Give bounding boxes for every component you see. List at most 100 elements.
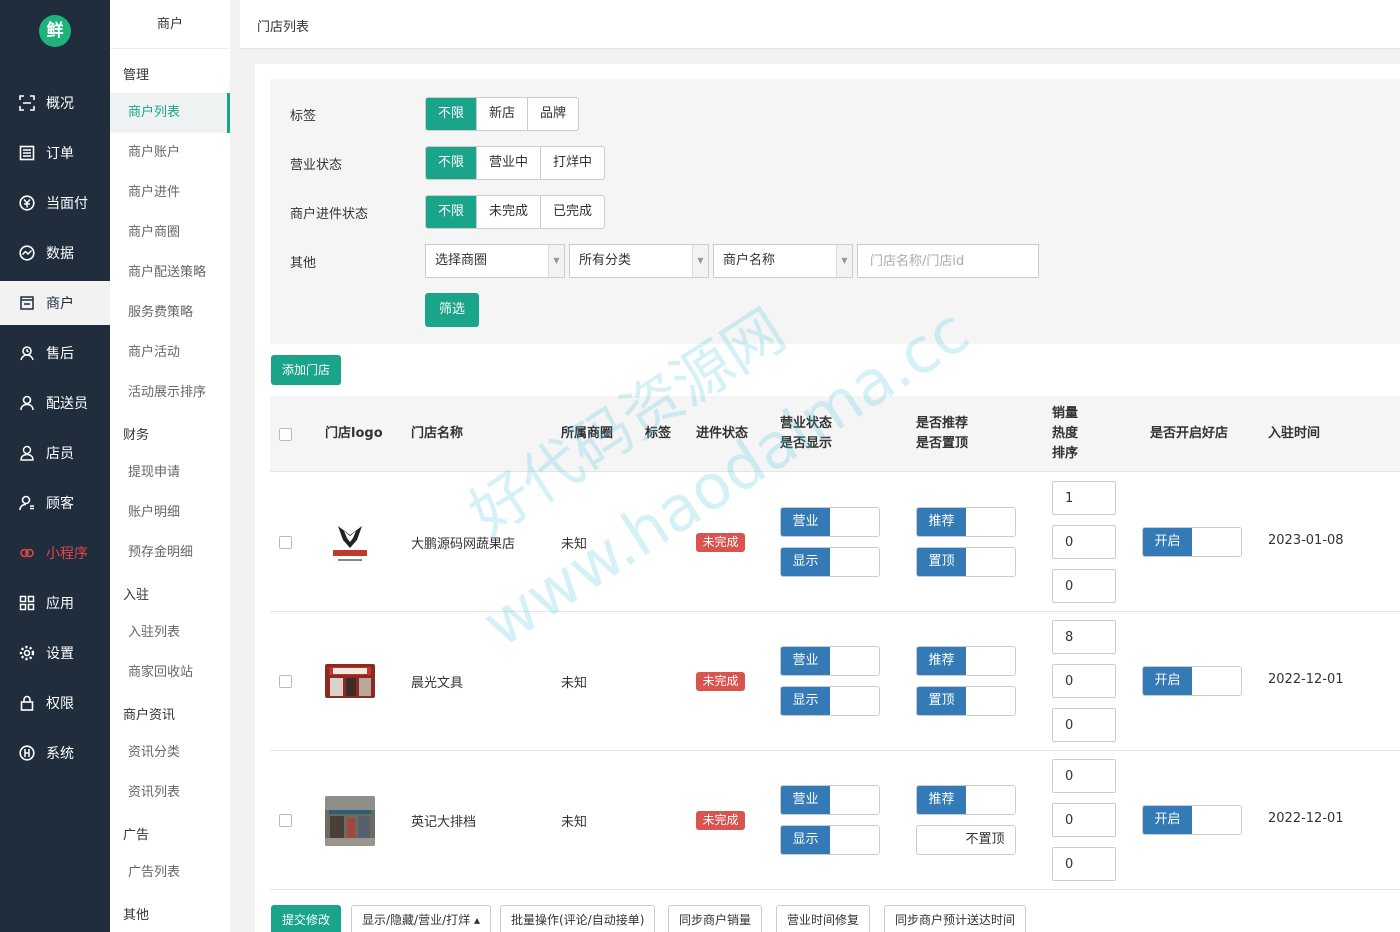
- subnav-item-merchant-list[interactable]: 商户列表: [110, 93, 230, 133]
- filter-tag-new[interactable]: 新店: [477, 98, 529, 130]
- store-circle: 未知: [561, 815, 588, 830]
- nav-item-staff[interactable]: 店员: [0, 431, 110, 475]
- recommend-toggle[interactable]: 推荐: [916, 785, 1016, 815]
- nav-item-aftersale[interactable]: 售后: [0, 331, 110, 375]
- nav-label: 店员: [46, 446, 74, 462]
- subnav-item-service-fee[interactable]: 服务费策略: [110, 293, 230, 333]
- submit-changes-button[interactable]: 提交修改: [271, 905, 341, 932]
- toggle-menu-button[interactable]: 显示/隐藏/营业/打烊 ▴: [351, 905, 491, 932]
- subnav-item-merchant-circle[interactable]: 商户商圈: [110, 213, 230, 253]
- batch-operation-button[interactable]: 批量操作(评论/自动接单): [500, 905, 656, 932]
- subnav-item-enter-list[interactable]: 入驻列表: [110, 613, 230, 653]
- toggle-off-label: 不置顶: [965, 832, 1005, 847]
- circle-select[interactable]: 选择商圈 ▼: [425, 244, 565, 278]
- open-toggle[interactable]: 营业: [780, 646, 880, 676]
- sort-input[interactable]: [1052, 569, 1116, 603]
- subnav-item-merchant-activity[interactable]: 商户活动: [110, 333, 230, 373]
- nav-label: 设置: [46, 646, 74, 662]
- store-search-input[interactable]: [857, 244, 1039, 278]
- add-store-button[interactable]: 添加门店: [271, 355, 341, 385]
- subnav-item-news-category[interactable]: 资讯分类: [110, 733, 230, 773]
- subnav-item-deposit-detail[interactable]: 预存金明细: [110, 533, 230, 573]
- sync-delivery-time-button[interactable]: 同步商户预计送达时间: [884, 905, 1027, 932]
- heat-input[interactable]: [1052, 525, 1116, 559]
- row-divider: [270, 611, 1400, 612]
- toggle-on-label: 显示: [781, 548, 830, 576]
- nav-item-miniprogram[interactable]: 小程序: [0, 531, 110, 575]
- app-logo[interactable]: 鲜: [39, 15, 71, 47]
- sales-input[interactable]: [1052, 759, 1116, 793]
- good-store-toggle[interactable]: 开启: [1142, 527, 1242, 557]
- sort-input[interactable]: [1052, 708, 1116, 742]
- nav-item-order[interactable]: 订单: [0, 131, 110, 175]
- open-toggle[interactable]: 营业: [780, 507, 880, 537]
- sales-input[interactable]: [1052, 620, 1116, 654]
- subnav-item-merchant-account[interactable]: 商户账户: [110, 133, 230, 173]
- fix-hours-button[interactable]: 营业时间修复: [776, 905, 871, 932]
- nav-item-customer[interactable]: 顾客: [0, 481, 110, 525]
- row-divider: [270, 750, 1400, 751]
- category-select[interactable]: 所有分类 ▼: [569, 244, 709, 278]
- nav-item-apps[interactable]: 应用: [0, 581, 110, 625]
- subnav-item-ad-list[interactable]: 广告列表: [110, 853, 230, 893]
- filter-business-label: 营业状态: [290, 158, 343, 173]
- recommend-toggle[interactable]: 推荐: [916, 646, 1016, 676]
- subnav-item-account-detail[interactable]: 账户明细: [110, 493, 230, 533]
- nav-item-courier[interactable]: 配送员: [0, 381, 110, 425]
- sync-sales-button[interactable]: 同步商户销量: [668, 905, 763, 932]
- top-toggle[interactable]: 不置顶: [916, 825, 1016, 855]
- filter-business-open[interactable]: 营业中: [477, 147, 542, 179]
- filter-business-closed[interactable]: 打烊中: [541, 147, 604, 179]
- open-toggle[interactable]: 营业: [780, 785, 880, 815]
- nav-item-system[interactable]: 系统: [0, 731, 110, 775]
- top-toggle[interactable]: 置顶: [916, 686, 1016, 716]
- store-name: 晨光文具: [411, 676, 464, 691]
- heat-input[interactable]: [1052, 803, 1116, 837]
- row-checkbox[interactable]: [279, 536, 292, 549]
- sort-input[interactable]: [1052, 847, 1116, 881]
- row-checkbox[interactable]: [279, 814, 292, 827]
- subnav-item-withdraw[interactable]: 提现申请: [110, 453, 230, 493]
- filter-progress-incomplete[interactable]: 未完成: [477, 196, 542, 228]
- filter-submit-button[interactable]: 筛选: [425, 293, 479, 327]
- nav-item-data[interactable]: 数据: [0, 231, 110, 275]
- nav-item-pay[interactable]: 当面付: [0, 181, 110, 225]
- pay-icon: [17, 193, 37, 213]
- select-all-checkbox[interactable]: [279, 428, 292, 441]
- filter-progress-any[interactable]: 不限: [426, 196, 478, 228]
- top-toggle[interactable]: 置顶: [916, 547, 1016, 577]
- col-name: 门店名称: [411, 426, 464, 441]
- nav-item-settings[interactable]: 设置: [0, 631, 110, 675]
- heat-input[interactable]: [1052, 664, 1116, 698]
- good-store-toggle[interactable]: 开启: [1142, 666, 1242, 696]
- subnav-group-finance: 财务: [123, 428, 150, 443]
- filter-tag-any[interactable]: 不限: [426, 98, 478, 130]
- show-toggle[interactable]: 显示: [780, 547, 880, 577]
- subnav-item-recycle[interactable]: 商家回收站: [110, 653, 230, 693]
- chevron-down-icon: ▼: [548, 245, 564, 277]
- sales-input[interactable]: [1052, 481, 1116, 515]
- merchant-select[interactable]: 商户名称 ▼: [713, 244, 853, 278]
- subnav-item-merchant-progress[interactable]: 商户进件: [110, 173, 230, 213]
- filter-tag-brand[interactable]: 品牌: [528, 98, 578, 130]
- filter-progress-complete[interactable]: 已完成: [541, 196, 604, 228]
- nav-item-merchant[interactable]: 商户: [0, 281, 110, 325]
- subnav-item-activity-sort[interactable]: 活动展示排序: [110, 373, 230, 413]
- store-circle: 未知: [561, 676, 588, 691]
- nav-item-overview[interactable]: 概况: [0, 81, 110, 125]
- show-toggle[interactable]: 显示: [780, 686, 880, 716]
- filter-business-group: 不限 营业中 打烊中: [425, 146, 606, 180]
- recommend-toggle[interactable]: 推荐: [916, 507, 1016, 537]
- subnav-item-news-list[interactable]: 资讯列表: [110, 773, 230, 813]
- col-top: 是否置顶: [916, 436, 969, 451]
- nav-item-permission[interactable]: 权限: [0, 681, 110, 725]
- toggle-on-label: 置顶: [917, 548, 966, 576]
- subnav-item-delivery-policy[interactable]: 商户配送策略: [110, 253, 230, 293]
- row-checkbox[interactable]: [279, 675, 292, 688]
- show-toggle[interactable]: 显示: [780, 825, 880, 855]
- nav-label: 权限: [46, 696, 74, 712]
- nav-label: 概况: [46, 96, 74, 112]
- good-store-toggle[interactable]: 开启: [1142, 805, 1242, 835]
- filter-business-any[interactable]: 不限: [426, 147, 478, 179]
- store-name: 英记大排档: [411, 815, 477, 830]
